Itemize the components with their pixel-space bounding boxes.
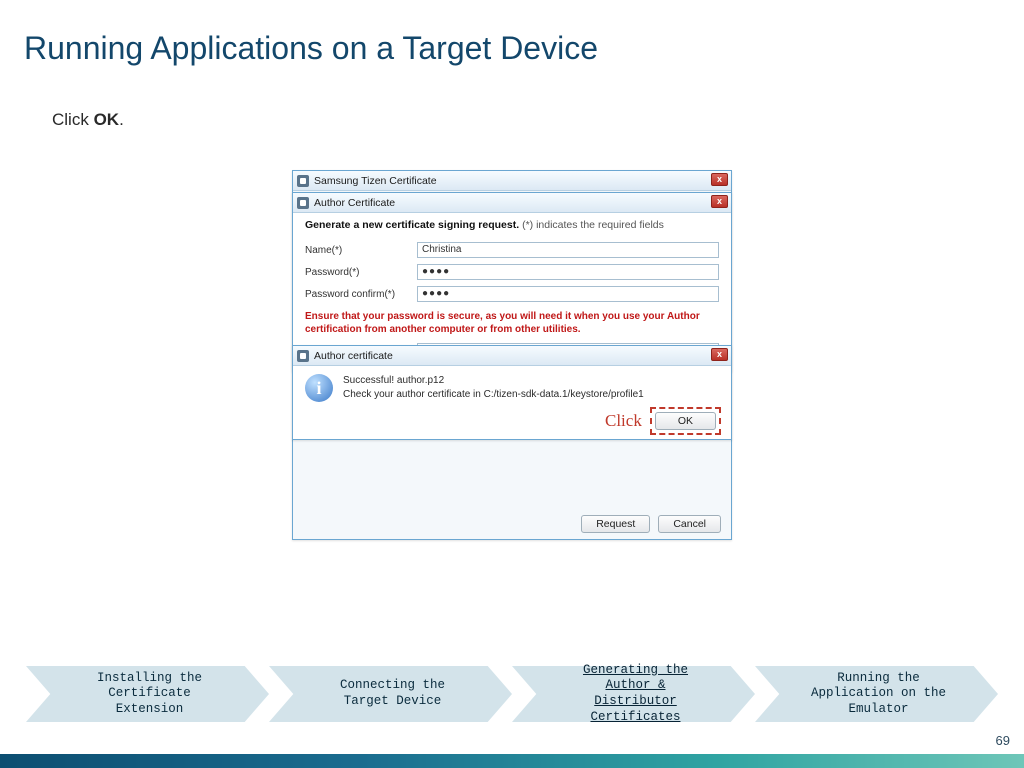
step-label: Connecting theTarget Device: [306, 678, 475, 709]
ok-highlight: OK: [650, 407, 721, 435]
titlebar-text: Author certificate: [314, 350, 393, 362]
instruction-prefix: Click: [52, 110, 94, 129]
password-warning: Ensure that your password is secure, as …: [305, 311, 719, 336]
request-button[interactable]: Request: [581, 515, 650, 533]
step-label: Installing theCertificateExtension: [63, 671, 232, 718]
footer-accent-bar: [0, 754, 1024, 768]
form-caption: Generate a new certificate signing reque…: [305, 219, 719, 231]
app-icon: [297, 175, 309, 187]
instruction-bold: OK: [94, 110, 120, 129]
cancel-button[interactable]: Cancel: [658, 515, 721, 533]
instruction-text: Click OK.: [52, 110, 124, 130]
close-icon[interactable]: x: [711, 348, 728, 361]
process-steps: Installing theCertificateExtension Conne…: [26, 666, 998, 736]
app-icon: [297, 350, 309, 362]
caption-bold: Generate a new certificate signing reque…: [305, 219, 519, 231]
step-label: Running theApplication on theEmulator: [777, 671, 976, 718]
info-icon: [305, 374, 333, 402]
titlebar-author-form: Author Certificate x: [293, 193, 731, 213]
dialog-author-certificate-result: Author certificate x Successful! author.…: [292, 345, 732, 440]
titlebar-text: Author Certificate: [314, 197, 395, 209]
page-title: Running Applications on a Target Device: [24, 30, 598, 67]
ok-button[interactable]: OK: [655, 412, 716, 430]
screenshot-mock: Samsung Tizen Certificate x Request Canc…: [292, 170, 732, 570]
password-field[interactable]: ●●●●: [417, 264, 719, 280]
step-install-extension: Installing theCertificateExtension: [26, 666, 269, 722]
name-field[interactable]: Christina: [417, 242, 719, 258]
result-line-2: Check your author certificate in C:/tize…: [343, 388, 644, 402]
page-number: 69: [996, 733, 1010, 748]
titlebar-author-result: Author certificate x: [293, 346, 731, 366]
result-line-1: Successful! author.p12: [343, 374, 644, 388]
titlebar-text: Samsung Tizen Certificate: [314, 175, 437, 187]
step-connect-device: Connecting theTarget Device: [269, 666, 512, 722]
app-icon: [297, 197, 309, 209]
password-label: Password(*): [305, 267, 417, 278]
close-icon[interactable]: x: [711, 173, 728, 186]
titlebar-tizen: Samsung Tizen Certificate x: [293, 171, 731, 191]
step-label: Generating theAuthor &DistributorCertifi…: [549, 663, 718, 726]
instruction-suffix: .: [119, 110, 124, 129]
step-run-emulator: Running theApplication on theEmulator: [755, 666, 998, 722]
click-annotation: Click: [605, 411, 642, 431]
password-confirm-label: Password confirm(*): [305, 289, 417, 300]
name-label: Name(*): [305, 245, 417, 256]
password-confirm-field[interactable]: ●●●●: [417, 286, 719, 302]
caption-hint: (*) indicates the required fields: [519, 219, 664, 231]
close-icon[interactable]: x: [711, 195, 728, 208]
step-generate-certificates: Generating theAuthor &DistributorCertifi…: [512, 666, 755, 722]
result-message: Successful! author.p12 Check your author…: [343, 374, 644, 401]
